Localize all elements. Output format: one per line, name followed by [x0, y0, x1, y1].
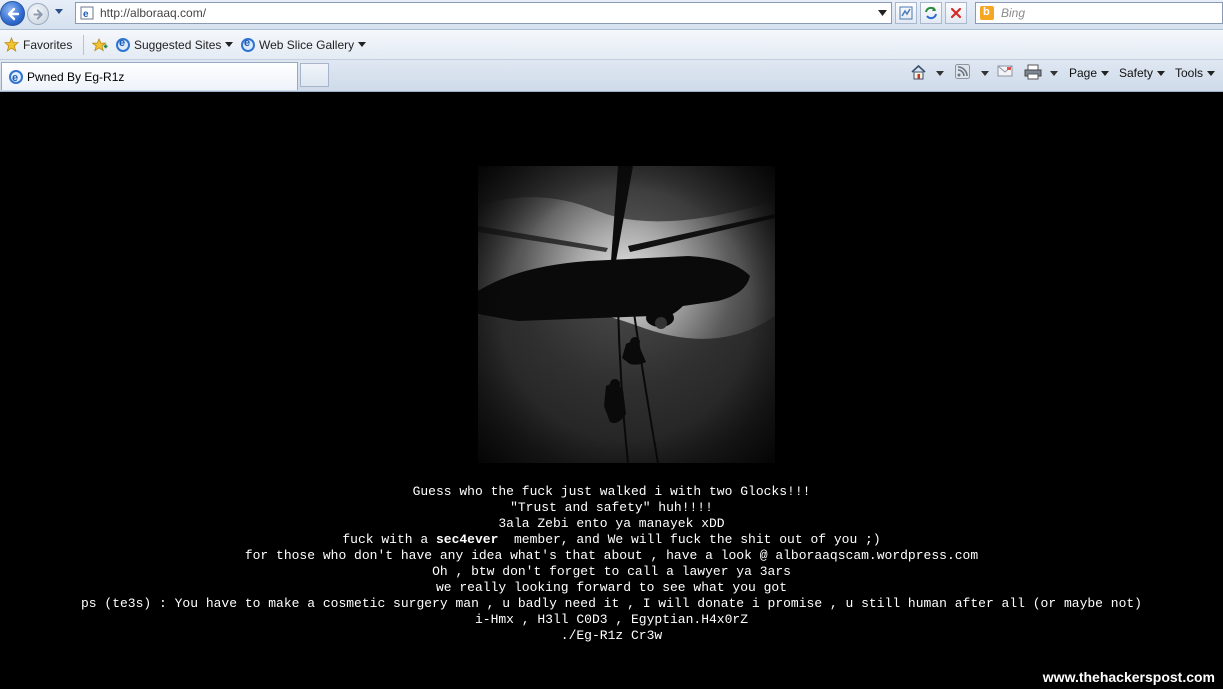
arrow-right-icon: [33, 9, 43, 20]
tools-menu-label: Tools: [1175, 66, 1204, 80]
search-field[interactable]: b Bing: [975, 2, 1223, 24]
new-tab-button[interactable]: [300, 63, 329, 87]
safety-menu-label: Safety: [1119, 66, 1154, 80]
address-dropdown-icon[interactable]: [878, 10, 887, 16]
ie-icon: [116, 37, 130, 52]
favorites-label: Favorites: [23, 37, 73, 52]
print-dropdown-icon[interactable]: [1050, 71, 1058, 76]
helicopter-rappel-image: [478, 166, 775, 463]
watermark: www.thehackerspost.com: [1042, 669, 1215, 685]
divider: [83, 35, 84, 55]
arrow-left-icon: [7, 7, 20, 21]
chevron-down-icon: [1101, 71, 1110, 77]
defacement-message: Guess who the fuck just walked i with tw…: [0, 484, 1223, 644]
tools-menu[interactable]: Tools: [1175, 66, 1216, 80]
message-text: fuck with a: [342, 532, 436, 547]
web-slice-gallery-button[interactable]: Web Slice Gallery: [241, 37, 367, 52]
favorites-button[interactable]: Favorites: [4, 37, 73, 53]
ie-icon: [241, 37, 255, 52]
feeds-dropdown-icon[interactable]: [981, 71, 989, 76]
back-button[interactable]: [0, 1, 25, 26]
message-line: we really looking forward to see what yo…: [435, 580, 788, 595]
crew-name-bold: sec4ever: [435, 532, 499, 547]
ie-icon: e: [9, 70, 23, 84]
print-icon[interactable]: [1024, 64, 1042, 80]
tab-title: Pwned By Eg-R1z: [27, 70, 125, 84]
refresh-button[interactable]: [920, 2, 942, 24]
message-line: 3ala Zebi ento ya manayek xDD: [498, 516, 725, 531]
add-favorite-icon: [92, 38, 108, 52]
add-to-favorites-button[interactable]: [92, 37, 112, 52]
svg-text:e: e: [83, 9, 89, 20]
message-line: ps (te3s) : You have to make a cosmetic …: [81, 596, 1142, 611]
chevron-down-icon: [225, 42, 234, 48]
url-text[interactable]: http://alboraaq.com/: [100, 6, 206, 20]
compatibility-view-button[interactable]: [895, 2, 917, 24]
message-line: i-Hmx , H3ll C0D3 , Egyptian.H4x0rZ: [474, 612, 749, 627]
bing-icon: b: [980, 6, 994, 20]
message-line-mixed: fuck with a sec4ever member, and We will…: [0, 532, 1223, 548]
close-icon: [950, 7, 962, 19]
favorites-bar: Favorites Suggested Sites Web Slice Gall…: [0, 30, 1223, 60]
helicopter-rappel-image-art: [478, 166, 775, 463]
compatibility-view-icon: [899, 6, 913, 20]
message-line: ./Eg-R1z Cr3w: [560, 628, 663, 643]
home-dropdown-icon[interactable]: [936, 71, 944, 76]
stop-button[interactable]: [945, 2, 967, 24]
home-icon[interactable]: [910, 64, 927, 80]
recent-pages-dropdown-icon[interactable]: [54, 8, 64, 16]
message-line: Guess who the fuck just walked i with tw…: [412, 484, 811, 499]
page-menu[interactable]: Page: [1069, 66, 1110, 80]
message-line: Oh , btw don't forget to call a lawyer y…: [432, 564, 791, 579]
suggested-sites-label: Suggested Sites: [134, 37, 222, 52]
chevron-down-icon: [1157, 71, 1166, 77]
forward-button[interactable]: [27, 3, 49, 25]
chevron-down-icon: [358, 42, 367, 48]
page-content: Guess who the fuck just walked i with tw…: [0, 92, 1223, 689]
page-menu-label: Page: [1069, 66, 1098, 80]
search-placeholder: Bing: [1001, 6, 1026, 20]
svg-text:e: e: [12, 72, 18, 84]
suggested-sites-button[interactable]: Suggested Sites: [116, 37, 234, 52]
tab-current[interactable]: e Pwned By Eg-R1z: [1, 62, 298, 90]
star-icon: [4, 37, 19, 53]
message-text: member, and We will fuck the shit out of…: [498, 532, 881, 547]
message-line: for those who don't have any idea what's…: [244, 548, 979, 563]
page-icon: e: [80, 6, 94, 20]
feeds-icon[interactable]: [955, 64, 970, 79]
refresh-icon: [925, 6, 937, 20]
web-slice-gallery-label: Web Slice Gallery: [259, 37, 355, 52]
chevron-down-icon: [1207, 71, 1216, 77]
mail-icon[interactable]: [997, 64, 1014, 78]
message-line: "Trust and safety" huh!!!!: [510, 500, 713, 515]
address-field[interactable]: e http://alboraaq.com/: [75, 2, 892, 24]
safety-menu[interactable]: Safety: [1119, 66, 1166, 80]
address-bar-row: e http://alboraaq.com/ b Bing: [0, 0, 1223, 30]
